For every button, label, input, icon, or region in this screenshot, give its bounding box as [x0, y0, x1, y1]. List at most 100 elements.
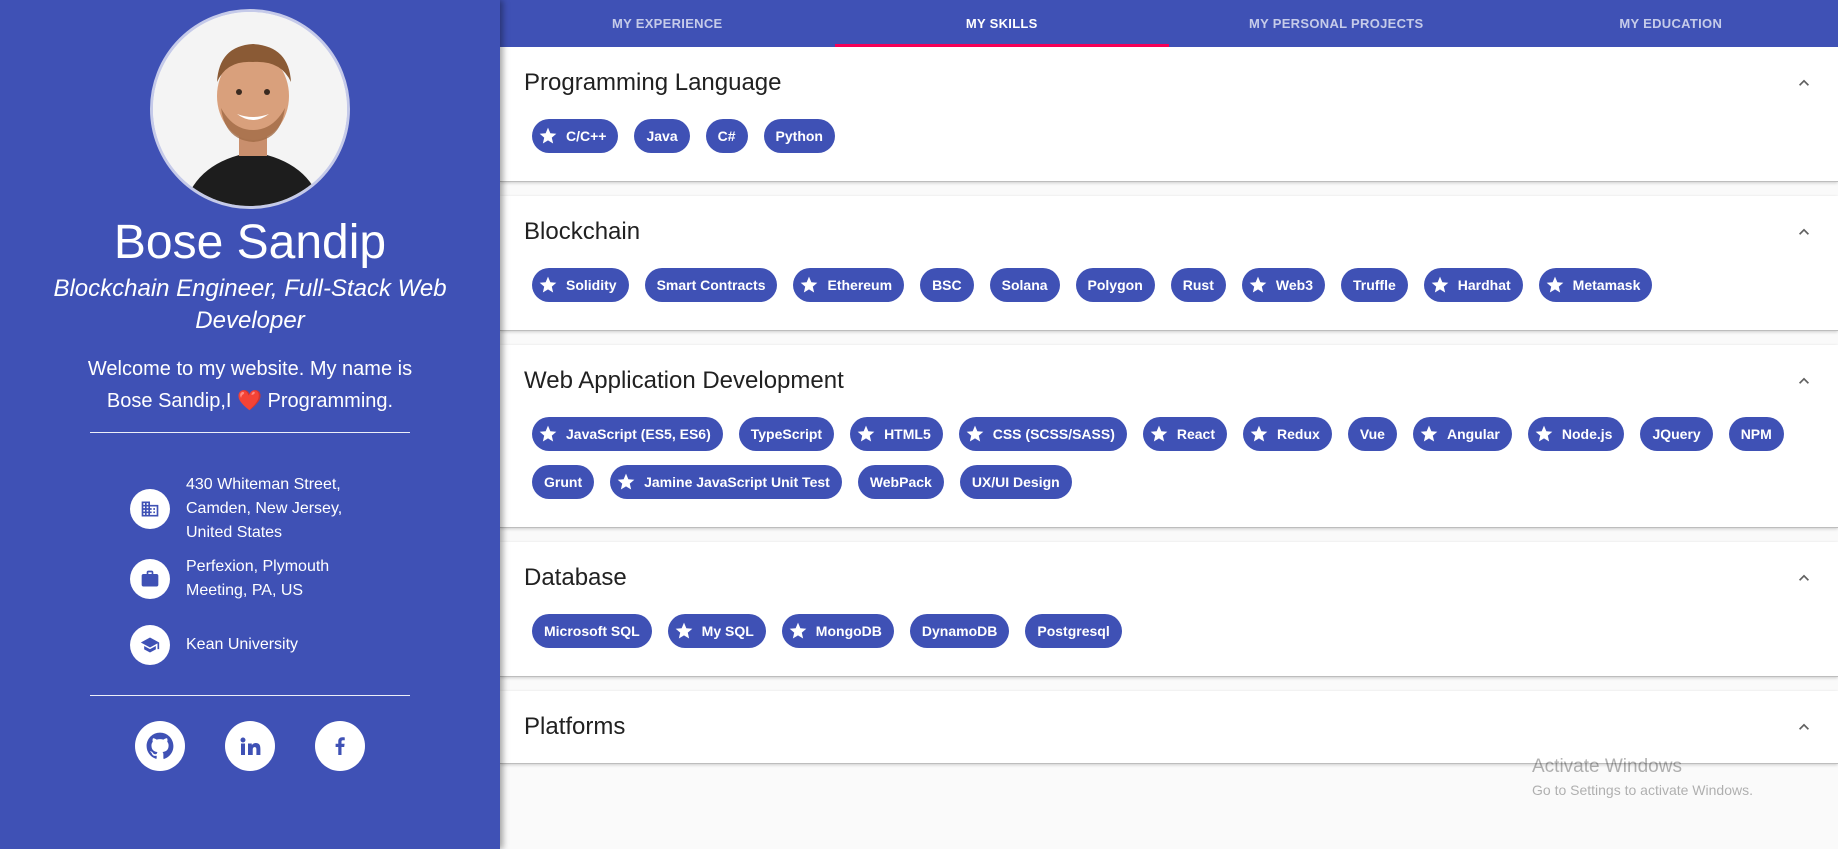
- chevron-up-icon[interactable]: [1794, 73, 1814, 93]
- skill-chip-label: JQuery: [1652, 426, 1701, 442]
- avatar: [150, 9, 350, 209]
- skill-chip[interactable]: Solana: [989, 268, 1060, 302]
- skill-chip-label: TypeScript: [750, 426, 823, 442]
- skill-chip[interactable]: Solidity: [532, 268, 629, 302]
- skill-chip[interactable]: BSC: [920, 268, 974, 302]
- skill-chip[interactable]: JQuery: [1640, 417, 1713, 451]
- company-text: Perfexion, Plymouth Meeting, PA, US: [186, 558, 330, 599]
- skill-chip[interactable]: CSS (SCSS/SASS): [958, 417, 1127, 451]
- skill-panel-blockchain: Blockchain Solidity Smart Contracts Ethereu…: [500, 196, 1838, 331]
- skill-chip[interactable]: Smart Contracts: [644, 268, 778, 302]
- skill-chips: Solidity Smart Contracts Ethereum BSC Solana…: [500, 268, 1838, 330]
- skill-chip[interactable]: UX/UI Design: [959, 465, 1072, 499]
- star-icon: [616, 472, 636, 492]
- briefcase-icon: [130, 559, 170, 599]
- chevron-up-icon[interactable]: [1794, 222, 1814, 242]
- address-row: 430 Whiteman Street, Camden, New Jersey,…: [130, 473, 430, 545]
- skill-chip[interactable]: Rust: [1170, 268, 1226, 302]
- star-icon: [1248, 275, 1268, 295]
- skill-chip[interactable]: WebPack: [857, 465, 944, 499]
- skill-chip[interactable]: Redux: [1243, 417, 1332, 451]
- skill-chip-label: CSS (SCSS/SASS): [992, 426, 1115, 442]
- github-link[interactable]: [135, 721, 185, 771]
- skill-chip[interactable]: Postgresql: [1025, 614, 1122, 648]
- skill-chip[interactable]: C/C++: [532, 119, 619, 153]
- skill-chip[interactable]: My SQL: [667, 614, 766, 648]
- star-icon: [799, 275, 819, 295]
- skill-chip-label: MongoDB: [815, 623, 882, 639]
- skill-chip[interactable]: Python: [763, 119, 835, 153]
- tab-my-education[interactable]: MY EDUCATION: [1504, 0, 1838, 47]
- skill-chip[interactable]: Truffle: [1340, 268, 1408, 302]
- skills-content: Programming Language C/C++ Java C# Python Blo…: [500, 47, 1838, 849]
- star-icon: [1430, 275, 1450, 295]
- skill-chip-label: DynamoDB: [921, 623, 998, 639]
- tab-my-personal-projects[interactable]: MY PERSONAL PROJECTS: [1169, 0, 1504, 47]
- divider: [90, 432, 410, 433]
- star-icon: [1249, 424, 1269, 444]
- skill-chip-label: BSC: [932, 277, 962, 293]
- building-icon: [130, 489, 170, 529]
- heart-icon: ❤️: [237, 390, 262, 412]
- star-icon: [674, 621, 694, 641]
- profile-name: Bose Sandip: [113, 216, 387, 269]
- star-icon: [1545, 275, 1565, 295]
- star-icon: [965, 424, 985, 444]
- skill-chip[interactable]: TypeScript: [738, 417, 835, 451]
- star-icon: [538, 126, 558, 146]
- skill-chip[interactable]: JavaScript (ES5, ES6): [532, 417, 723, 451]
- star-icon: [538, 275, 558, 295]
- panel-header[interactable]: Platforms: [500, 691, 1838, 763]
- school-row: Kean University: [130, 625, 430, 665]
- panel-header[interactable]: Web Application Development: [500, 345, 1838, 417]
- skill-chip-label: Truffle: [1352, 277, 1396, 293]
- star-icon: [1149, 424, 1169, 444]
- watermark-title: Activate Windows: [1532, 756, 1682, 777]
- skill-chip-label: My SQL: [701, 623, 754, 639]
- panel-header[interactable]: Blockchain: [500, 196, 1838, 268]
- welcome-text: Welcome to my website. My name is Bose S…: [70, 353, 430, 417]
- star-icon: [538, 424, 558, 444]
- skill-chip[interactable]: Grunt: [532, 465, 595, 499]
- panel-header[interactable]: Database: [500, 542, 1838, 614]
- skill-chip[interactable]: Hardhat: [1423, 268, 1523, 302]
- chevron-up-icon[interactable]: [1794, 371, 1814, 391]
- skill-chip[interactable]: DynamoDB: [909, 614, 1010, 648]
- linkedin-link[interactable]: [225, 721, 275, 771]
- panel-header[interactable]: Programming Language: [500, 47, 1838, 119]
- skill-chip[interactable]: Polygon: [1075, 268, 1155, 302]
- star-icon: [788, 621, 808, 641]
- skill-chip[interactable]: HTML5: [850, 417, 943, 451]
- profile-role: Blockchain Engineer, Full-Stack Web Deve…: [53, 275, 447, 334]
- chevron-up-icon[interactable]: [1794, 717, 1814, 737]
- chevron-up-icon[interactable]: [1794, 568, 1814, 588]
- skill-chip-label: NPM: [1740, 426, 1772, 442]
- panel-title: Database: [524, 564, 627, 591]
- school-text: Kean University: [186, 636, 299, 653]
- skill-chip-label: Solana: [1001, 277, 1048, 293]
- skill-chip[interactable]: Node.js: [1527, 417, 1625, 451]
- skill-chip[interactable]: Java: [634, 119, 690, 153]
- facebook-link[interactable]: [315, 721, 365, 771]
- skill-chip-label: Redux: [1277, 426, 1320, 442]
- address-text: 430 Whiteman Street, Camden, New Jersey,…: [186, 476, 343, 541]
- skill-chip[interactable]: C#: [705, 119, 748, 153]
- skill-chips: C/C++ Java C# Python: [500, 119, 1838, 181]
- skill-chip[interactable]: React: [1142, 417, 1228, 451]
- skill-chip-label: Jamine JavaScript Unit Test: [644, 474, 830, 490]
- divider: [90, 695, 410, 696]
- skill-chip[interactable]: Angular: [1412, 417, 1512, 451]
- skill-chip[interactable]: Microsoft SQL: [532, 614, 652, 648]
- skill-chip[interactable]: Ethereum: [793, 268, 905, 302]
- facebook-icon: [328, 734, 352, 758]
- skill-chip[interactable]: MongoDB: [781, 614, 894, 648]
- tab-my-experience[interactable]: MY EXPERIENCE: [500, 0, 835, 47]
- skill-chip[interactable]: Metamask: [1538, 268, 1653, 302]
- skill-chip[interactable]: NPM: [1728, 417, 1784, 451]
- skill-chip-label: Polygon: [1087, 277, 1143, 293]
- skill-chip[interactable]: Web3: [1241, 268, 1325, 302]
- skill-chip[interactable]: Jamine JavaScript Unit Test: [610, 465, 842, 499]
- tab-my-skills[interactable]: MY SKILLS: [834, 0, 1170, 47]
- skill-chip-label: Smart Contracts: [656, 277, 766, 293]
- skill-chip[interactable]: Vue: [1347, 417, 1397, 451]
